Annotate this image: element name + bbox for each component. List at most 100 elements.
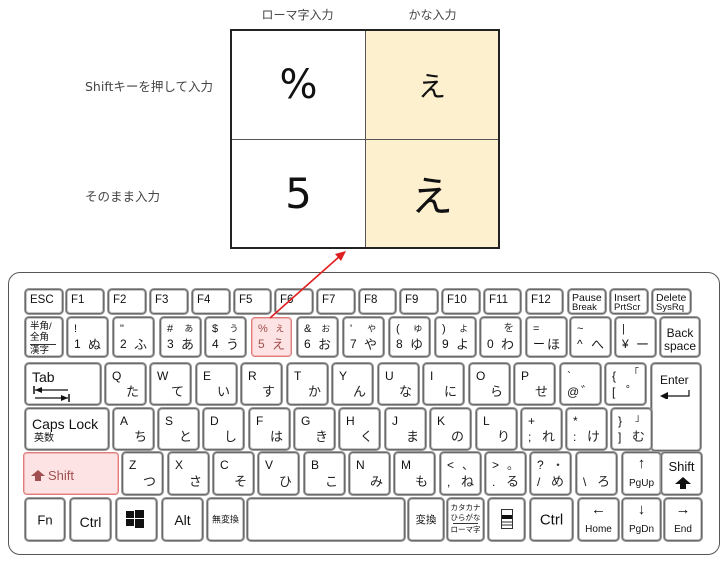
key-i[interactable]: Iに — [423, 363, 464, 405]
key-menu[interactable] — [488, 498, 525, 541]
key-alt[interactable]: Alt — [162, 498, 203, 541]
letter: G — [301, 414, 311, 428]
key-u[interactable]: Uな — [378, 363, 419, 405]
kana-char: す — [261, 384, 275, 399]
key-tab[interactable]: Tab — [25, 363, 101, 405]
key-sym10[interactable]: *: け — [566, 408, 607, 450]
key-caps-lock[interactable]: Caps Lock 英数 — [25, 408, 109, 450]
key-pgup[interactable]: ↑ PgUp — [622, 452, 661, 495]
key-f1[interactable]: F1 — [66, 289, 104, 314]
key-sym11[interactable]: {[「゜ — [605, 363, 646, 405]
key-f3[interactable]: F3 — [150, 289, 188, 314]
key-f5[interactable]: F5 — [234, 289, 271, 314]
key-windows[interactable] — [116, 498, 157, 541]
key-delete[interactable]: Delete SysRq — [652, 289, 691, 314]
shift-kana: 「 — [629, 368, 639, 379]
key-ctrl-left[interactable]: Ctrl — [70, 498, 111, 541]
kana-char: む — [631, 429, 645, 444]
key-number-5[interactable]: & ぉ 6 お — [297, 317, 338, 357]
key-number-10[interactable]: = ーほ — [526, 317, 567, 357]
key-sym9[interactable]: ? / ・め — [530, 452, 571, 495]
key-number-2[interactable]: # ぁ 3 あ — [160, 317, 201, 357]
key-f9[interactable]: F9 — [400, 289, 438, 314]
key-f2[interactable]: F2 — [108, 289, 146, 314]
key-sym7[interactable]: <, 、ね — [440, 452, 481, 495]
key-label: Tab — [32, 369, 55, 385]
key-number-9[interactable]: を0わ — [480, 317, 521, 357]
key-space[interactable] — [247, 498, 405, 541]
key-n[interactable]: Nみ — [349, 452, 390, 495]
key-f10[interactable]: F10 — [442, 289, 480, 314]
key-muhenkan[interactable]: 無変換 — [207, 498, 244, 541]
key-label-line3: 漢字 — [30, 345, 50, 356]
key-home[interactable]: ← Home — [578, 498, 619, 541]
key-right-shift[interactable]: Shift — [661, 452, 702, 495]
key-number-7[interactable]: (ゅ 8 ゆ — [389, 317, 430, 357]
key-henkan[interactable]: 変換 — [408, 498, 444, 541]
key-f11[interactable]: F11 — [484, 289, 521, 314]
key-w[interactable]: Wて — [150, 363, 191, 405]
key-f12[interactable]: F12 — [526, 289, 563, 314]
key-x[interactable]: Xさ — [168, 452, 209, 495]
key-l[interactable]: Lり — [476, 408, 517, 450]
key-sym8[interactable]: >. 。る — [485, 452, 526, 495]
key-hankaku-zenkaku[interactable]: 半角/ 全角 漢字 — [25, 317, 63, 357]
key-number-3[interactable]: $ ぅ 4 う — [205, 317, 246, 357]
key-v[interactable]: Vひ — [258, 452, 299, 495]
key-sym11[interactable]: }] 」む — [611, 408, 652, 450]
key-sym9[interactable]: +; れ — [521, 408, 562, 450]
key-m[interactable]: Mも — [394, 452, 435, 495]
key-katakana-hiragana[interactable]: カタカナ ひらがな ローマ字 — [447, 498, 484, 541]
key-f4[interactable]: F4 — [192, 289, 230, 314]
key-label: F10 — [447, 294, 467, 306]
key-h[interactable]: Hく — [339, 408, 380, 450]
key-sym10[interactable]: \ ろ — [576, 452, 617, 495]
key-g[interactable]: Gき — [294, 408, 335, 450]
key-number-11[interactable]: ~ ^ へ — [570, 317, 611, 357]
base-char: 6 — [304, 337, 311, 351]
key-number-12[interactable]: | ¥ ー — [615, 317, 656, 357]
key-e[interactable]: Eい — [196, 363, 237, 405]
key-pgdn[interactable]: ↓ PgDn — [622, 498, 661, 541]
key-p[interactable]: Pせ — [514, 363, 555, 405]
key-b[interactable]: Bこ — [304, 452, 345, 495]
key-number-0[interactable]: ! 1 ぬ — [67, 317, 108, 357]
key-j[interactable]: Jま — [385, 408, 426, 450]
key-insert[interactable]: Insert PrtScr — [610, 289, 648, 314]
key-r[interactable]: Rす — [241, 363, 282, 405]
shift-char: & — [304, 323, 312, 335]
key-pause[interactable]: Pause Break — [568, 289, 606, 314]
key-ctrl-right[interactable]: Ctrl — [530, 498, 573, 541]
key-f7[interactable]: F7 — [317, 289, 355, 314]
key-z[interactable]: Zつ — [122, 452, 163, 495]
key-a[interactable]: Aち — [113, 408, 154, 450]
key-y[interactable]: Yん — [332, 363, 373, 405]
kana-char: ー — [635, 337, 649, 352]
key-number-4[interactable]: % ぇ 5 え — [251, 317, 292, 357]
letter: K — [437, 414, 446, 428]
key-t[interactable]: Tか — [287, 363, 328, 405]
key-k[interactable]: Kの — [430, 408, 471, 450]
key-d[interactable]: Dし — [203, 408, 244, 450]
kana-char: た — [125, 384, 139, 399]
key-end[interactable]: → End — [664, 498, 702, 541]
kana-char: い — [216, 384, 230, 399]
key-number-8[interactable]: ) ょ 9 よ — [435, 317, 476, 357]
key-enter[interactable]: Enter — [651, 363, 701, 451]
key-left-shift[interactable]: Shift — [23, 452, 119, 495]
key-s[interactable]: Sと — [158, 408, 199, 450]
key-fn[interactable]: Fn — [25, 498, 65, 541]
kana-char: に — [443, 384, 457, 399]
key-f[interactable]: Fは — [249, 408, 290, 450]
key-c[interactable]: Cそ — [213, 452, 254, 495]
key-number-6[interactable]: ' ゃ 7 や — [343, 317, 384, 357]
kana-char: れ — [541, 429, 555, 444]
key-sym10[interactable]: ` @ ゛ — [560, 363, 601, 405]
key-number-1[interactable]: " 2 ふ — [113, 317, 154, 357]
key-f6[interactable]: F6 — [275, 289, 313, 314]
key-backspace[interactable]: Back space — [660, 317, 700, 357]
key-esc[interactable]: ESC — [25, 289, 63, 314]
key-o[interactable]: Oら — [469, 363, 510, 405]
key-f8[interactable]: F8 — [359, 289, 396, 314]
key-q[interactable]: Qた — [105, 363, 146, 405]
